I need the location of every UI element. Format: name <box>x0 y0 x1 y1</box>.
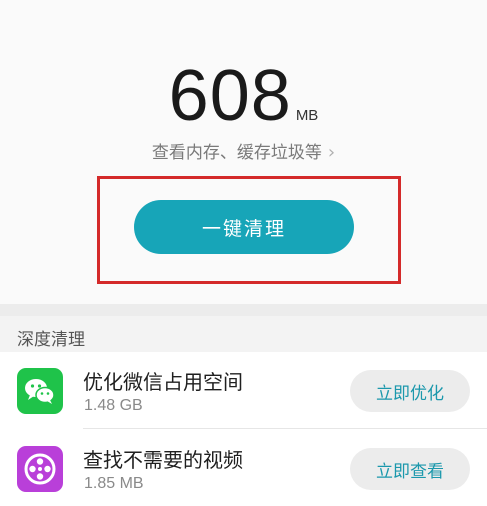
item-size: 1.85 MB <box>84 475 144 492</box>
deep-clean-header: 深度清理 <box>0 316 487 352</box>
section-divider <box>0 304 487 316</box>
wechat-icon <box>17 368 63 414</box>
item-title: 优化微信占用空间 <box>83 370 243 394</box>
chevron-right-icon: › <box>327 142 336 163</box>
storage-number: 608 <box>168 56 292 136</box>
section-title: 深度清理 <box>17 330 85 350</box>
storage-detail-label: 查看内存、缓存垃圾等 <box>151 143 322 163</box>
optimize-now-button[interactable]: 立即优化 <box>350 370 470 412</box>
view-now-button[interactable]: 立即查看 <box>350 448 470 490</box>
one-click-clean-button[interactable]: 一键清理 <box>134 200 354 254</box>
item-size: 1.48 GB <box>84 397 143 414</box>
storage-detail-link[interactable]: 查看内存、缓存垃圾等 › <box>0 138 487 163</box>
list-separator <box>83 428 487 429</box>
video-icon <box>17 446 63 492</box>
storage-summary-panel: 608 MB 查看内存、缓存垃圾等 › 一键清理 <box>0 0 487 304</box>
list-item-wechat[interactable]: 优化微信占用空间 1.48 GB 立即优化 <box>0 356 487 428</box>
item-title: 查找不需要的视频 <box>83 448 243 472</box>
list-item-video[interactable]: 查找不需要的视频 1.85 MB 立即查看 <box>0 434 487 506</box>
storage-value: 608 MB <box>0 60 487 132</box>
storage-unit: MB <box>295 107 319 124</box>
